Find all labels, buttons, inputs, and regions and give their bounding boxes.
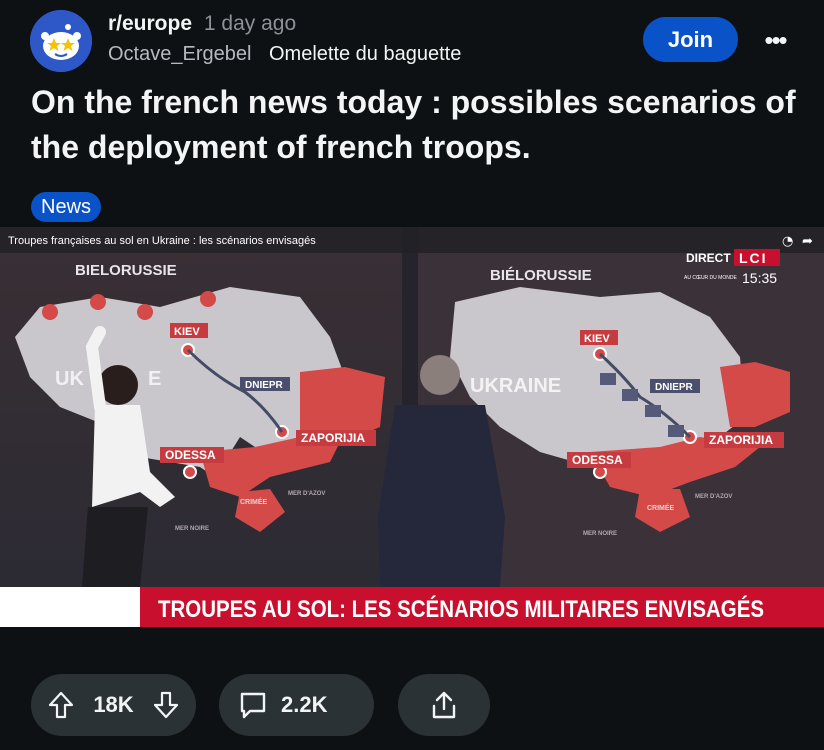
- channel-name: LCI: [739, 250, 768, 266]
- post-time: 1 day ago: [203, 12, 297, 35]
- post-image[interactable]: Troupes françaises au sol en Ukraine : l…: [0, 227, 824, 627]
- channel-subtitle: AU CŒUR DU MONDE: [684, 275, 737, 281]
- more-icon: •••: [764, 24, 787, 55]
- downvote-icon[interactable]: [152, 690, 180, 720]
- post-header: r/europe 1 day ago Octave_Ergebel Omelet…: [0, 0, 824, 80]
- map-label-kiev: KIEV: [174, 326, 200, 338]
- map-label-ukraine-left-tail: E: [148, 368, 161, 390]
- news-broadcast-image: Troupes françaises au sol en Ukraine : l…: [0, 227, 824, 627]
- map-label-zaporijia: ZAPORIJIA: [301, 431, 365, 445]
- share-icon: [429, 689, 459, 721]
- map-label-dniepr-right: DNIEPR: [655, 382, 694, 393]
- map-label-mer-azov-right: MER D'AZOV: [695, 494, 732, 500]
- subreddit-avatar-image: [30, 10, 92, 72]
- author-name[interactable]: Octave_Ergebel: [108, 43, 251, 65]
- map-label-odessa: ODESSA: [165, 448, 216, 462]
- map-label-zaporijia-right: ZAPORIJIA: [709, 433, 773, 447]
- user-flair: Omelette du baguette: [268, 43, 462, 65]
- post-title[interactable]: On the french news today : possibles sce…: [31, 80, 811, 170]
- video-caption: Troupes françaises au sol en Ukraine : l…: [8, 235, 316, 247]
- more-options-button[interactable]: •••: [755, 22, 795, 58]
- subreddit-name[interactable]: r/europe: [108, 12, 192, 35]
- comment-icon: [237, 689, 269, 721]
- map-label-dniepr: DNIEPR: [245, 380, 284, 391]
- join-button[interactable]: Join: [643, 17, 738, 62]
- comment-count: 2.2K: [281, 692, 328, 717]
- comments-button[interactable]: 2.2K: [219, 674, 374, 736]
- vote-count: 18K: [93, 692, 134, 717]
- map-label-ukraine-left: UK: [55, 368, 84, 390]
- map-label-mer-azov: MER D'AZOV: [288, 491, 325, 497]
- channel-live-label: DIRECT: [686, 251, 731, 265]
- share-arrow-icon[interactable]: ➦: [802, 234, 813, 249]
- map-label-mer-noire-right: MER NOIRE: [583, 531, 617, 537]
- broadcast-clock: 15:35: [742, 270, 777, 286]
- post-flair-tag[interactable]: News: [31, 192, 102, 222]
- map-label-crimee: CRIMÉE: [240, 497, 268, 506]
- map-label-ukraine: UKRAINE: [470, 375, 561, 397]
- post-meta: r/europe 1 day ago Octave_Ergebel Omelet…: [108, 10, 461, 68]
- map-label-kiev-right: KIEV: [584, 333, 610, 345]
- map-label-bielorussie: BIELORUSSIE: [75, 262, 177, 279]
- map-label-crimee-right: CRIMÉE: [647, 503, 675, 512]
- map-label-mer-noire: MER NOIRE: [175, 526, 209, 532]
- news-banner: TROUPES AU SOL: LES SCÉNARIOS MILITAIRES…: [158, 595, 764, 623]
- clock-icon[interactable]: ◔: [782, 234, 793, 249]
- subreddit-avatar[interactable]: [30, 10, 92, 72]
- map-label-odessa-right: ODESSA: [572, 453, 623, 467]
- upvote-icon[interactable]: [47, 690, 75, 720]
- post-actions: 18K 2.2K: [0, 674, 824, 736]
- vote-pill: 18K: [31, 674, 196, 736]
- map-label-bielorussie-right: BIÉLORUSSIE: [490, 267, 592, 284]
- share-button[interactable]: [398, 674, 490, 736]
